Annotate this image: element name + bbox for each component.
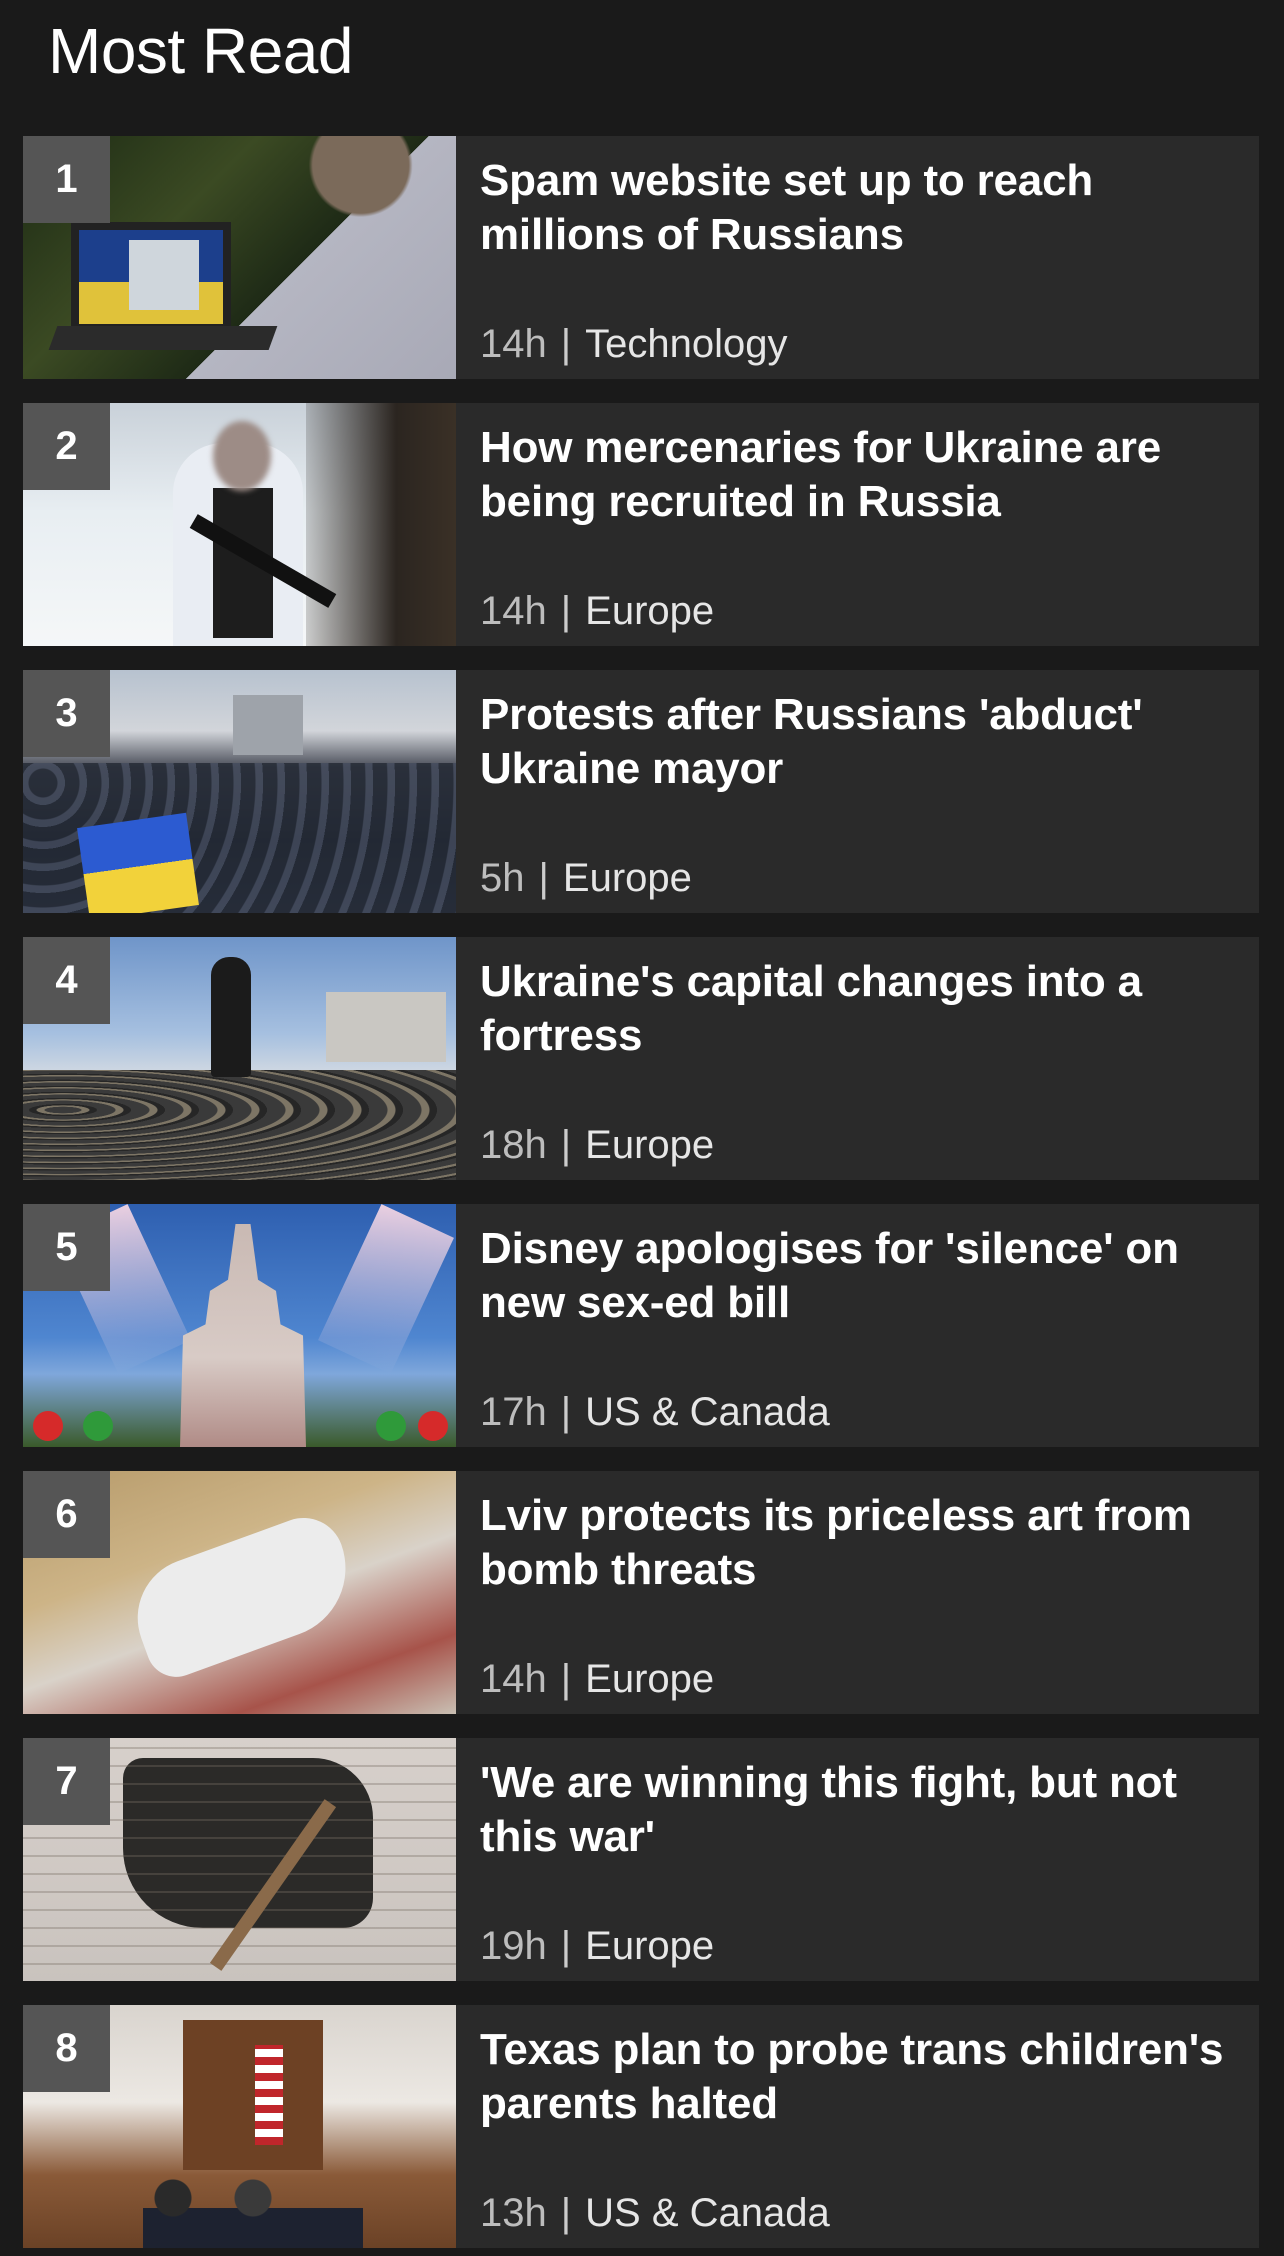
article-category-link[interactable]: Europe	[563, 853, 692, 903]
meta-separator: |	[560, 322, 572, 366]
article-category-link[interactable]: Europe	[585, 1921, 714, 1971]
article-age: 5h	[480, 856, 525, 900]
article-thumbnail[interactable]: 5	[23, 1204, 456, 1447]
article-age: 17h	[480, 1390, 547, 1434]
article-thumbnail[interactable]: 7	[23, 1738, 456, 1981]
article-thumbnail[interactable]: 1	[23, 136, 456, 379]
article-headline[interactable]: Ukraine's capital changes into a fortres…	[480, 955, 1235, 1063]
article-headline[interactable]: Protests after Russians 'abduct' Ukraine…	[480, 688, 1235, 796]
article-headline[interactable]: How mercenaries for Ukraine are being re…	[480, 421, 1235, 529]
article-age: 14h	[480, 322, 547, 366]
meta-separator: |	[560, 2191, 572, 2235]
list-item[interactable]: 1 Spam website set up to reach millions …	[23, 136, 1259, 379]
list-item[interactable]: 6 Lviv protects its priceless art from b…	[23, 1471, 1259, 1714]
rank-badge: 8	[23, 2005, 110, 2092]
list-item[interactable]: 5 Disney apologises for 'silence' on new…	[23, 1204, 1259, 1447]
meta-separator: |	[560, 1390, 572, 1434]
section-title: Most Read	[48, 15, 353, 87]
rank-badge: 5	[23, 1204, 110, 1291]
article-headline[interactable]: Disney apologises for 'silence' on new s…	[480, 1222, 1235, 1330]
article-meta: 14h | Europe	[480, 1654, 714, 1704]
list-item[interactable]: 8 Texas plan to probe trans children's p…	[23, 2005, 1259, 2248]
article-thumbnail[interactable]: 2	[23, 403, 456, 646]
article-headline[interactable]: Lviv protects its priceless art from bom…	[480, 1489, 1235, 1597]
meta-separator: |	[560, 589, 572, 633]
most-read-page: Most Read 1 Spam website set up to reach…	[0, 0, 1284, 2256]
article-meta: 17h | US & Canada	[480, 1387, 830, 1437]
article-meta: 14h | Technology	[480, 319, 788, 369]
article-meta: 13h | US & Canada	[480, 2188, 830, 2238]
rank-badge: 6	[23, 1471, 110, 1558]
article-category-link[interactable]: Europe	[585, 1654, 714, 1704]
article-headline[interactable]: 'We are winning this fight, but not this…	[480, 1756, 1235, 1864]
list-item[interactable]: 3 Protests after Russians 'abduct' Ukrai…	[23, 670, 1259, 913]
article-headline[interactable]: Texas plan to probe trans children's par…	[480, 2023, 1235, 2131]
article-thumbnail[interactable]: 8	[23, 2005, 456, 2248]
rank-badge: 7	[23, 1738, 110, 1825]
article-thumbnail[interactable]: 3	[23, 670, 456, 913]
most-read-list: 1 Spam website set up to reach millions …	[23, 136, 1259, 2256]
meta-separator: |	[538, 856, 549, 900]
meta-separator: |	[560, 1924, 572, 1968]
article-age: 14h	[480, 1657, 547, 1701]
rank-badge: 1	[23, 136, 110, 223]
article-category-link[interactable]: Europe	[585, 1120, 714, 1170]
article-category-link[interactable]: Technology	[585, 319, 787, 369]
list-item[interactable]: 4 Ukraine's capital changes into a fortr…	[23, 937, 1259, 1180]
meta-separator: |	[560, 1657, 572, 1701]
article-age: 14h	[480, 589, 547, 633]
article-meta: 19h | Europe	[480, 1921, 714, 1971]
article-thumbnail[interactable]: 4	[23, 937, 456, 1180]
list-item[interactable]: 7 'We are winning this fight, but not th…	[23, 1738, 1259, 1981]
article-meta: 18h | Europe	[480, 1120, 714, 1170]
article-headline[interactable]: Spam website set up to reach millions of…	[480, 154, 1235, 262]
article-meta: 14h | Europe	[480, 586, 714, 636]
article-age: 19h	[480, 1924, 547, 1968]
list-item[interactable]: 2 How mercenaries for Ukraine are being …	[23, 403, 1259, 646]
article-meta: 5h | Europe	[480, 853, 692, 903]
rank-badge: 3	[23, 670, 110, 757]
meta-separator: |	[560, 1123, 572, 1167]
article-thumbnail[interactable]: 6	[23, 1471, 456, 1714]
article-category-link[interactable]: US & Canada	[585, 1387, 830, 1437]
rank-badge: 4	[23, 937, 110, 1024]
article-category-link[interactable]: Europe	[585, 586, 714, 636]
article-age: 18h	[480, 1123, 547, 1167]
rank-badge: 2	[23, 403, 110, 490]
article-category-link[interactable]: US & Canada	[585, 2188, 830, 2238]
article-age: 13h	[480, 2191, 547, 2235]
